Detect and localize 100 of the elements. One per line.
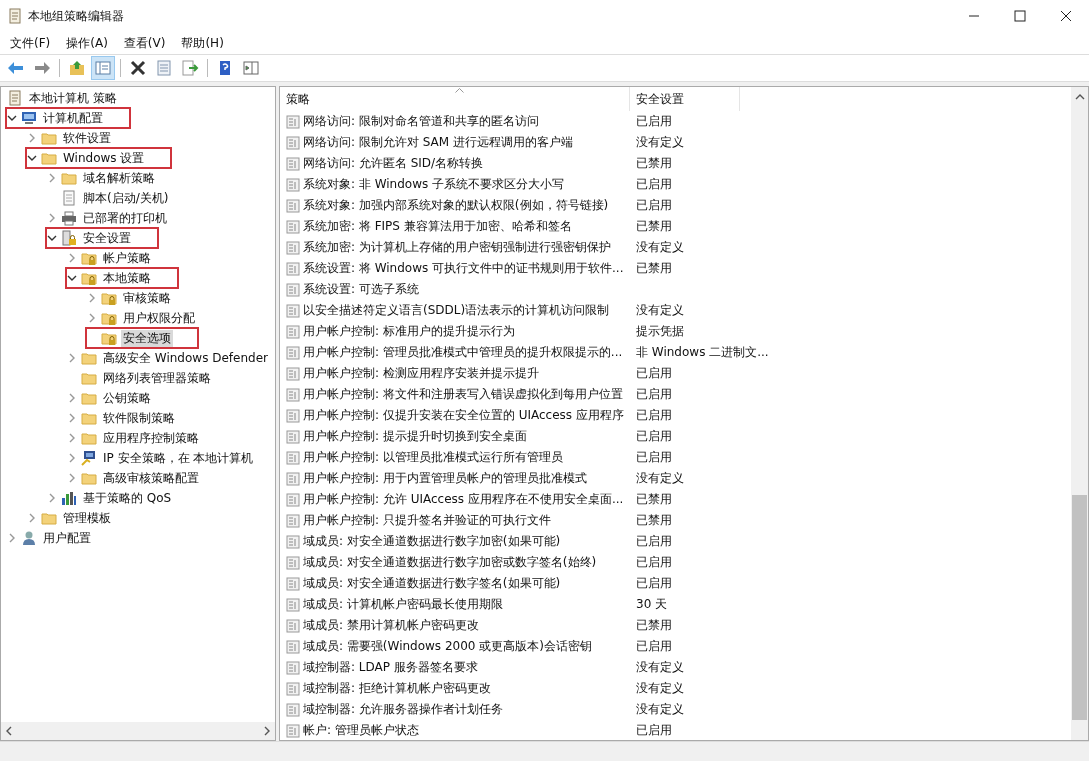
tree-item[interactable]: 公钥策略	[65, 387, 179, 409]
setting-value: 没有定义	[636, 134, 684, 151]
tree-item[interactable]: 高级安全 Windows Defender	[65, 347, 275, 369]
policy-icon	[286, 303, 300, 318]
setting-value: 提示凭据	[636, 323, 684, 340]
policy-icon	[286, 198, 300, 213]
setting-value: 没有定义	[636, 701, 684, 718]
policy-name: 用户帐户控制: 允许 UIAccess 应用程序在不使用安全桌面...	[303, 491, 624, 508]
scroll-left-icon[interactable]	[5, 726, 13, 736]
tree-item[interactable]: 软件设置	[25, 127, 139, 149]
user-icon	[21, 530, 37, 546]
setting-value: 已启用	[636, 554, 672, 571]
policy-icon	[286, 618, 300, 633]
forward-arrow-icon	[33, 60, 51, 76]
window-title: 本地组策略编辑器	[28, 7, 124, 25]
policy-icon	[286, 387, 300, 402]
tree-item[interactable]: 高级审核策略配置	[65, 467, 227, 489]
scrollbar-thumb[interactable]	[1072, 495, 1087, 720]
policy-name: 域成员: 对安全通道数据进行数字加密(如果可能)	[303, 533, 561, 550]
folder-icon	[41, 150, 57, 166]
policy-name: 网络访问: 限制对命名管道和共享的匿名访问	[303, 113, 539, 130]
policy-icon	[286, 345, 300, 360]
tree-item[interactable]: 本地策略	[65, 267, 179, 289]
setting-value: 已禁用	[636, 491, 672, 508]
policy-icon	[286, 660, 300, 675]
computer-lock-icon	[81, 450, 97, 466]
document-icon	[7, 90, 23, 106]
tree-item[interactable]: 帐户策略	[65, 247, 179, 269]
tree-item[interactable]: 计算机配置	[5, 107, 131, 129]
policy-icon	[286, 114, 300, 129]
setting-value: 已启用	[636, 428, 672, 445]
maximize-icon[interactable]	[1014, 10, 1026, 22]
setting-value: 已启用	[636, 386, 672, 403]
folder-icon	[81, 350, 97, 366]
policy-name: 系统设置: 将 Windows 可执行文件中的证书规则用于软件...	[303, 260, 624, 277]
tree-item[interactable]: 管理模板	[25, 507, 139, 529]
setting-value: 已启用	[636, 197, 672, 214]
setting-value: 已启用	[636, 113, 672, 130]
folder-icon	[81, 430, 97, 446]
folder-icon	[81, 410, 97, 426]
tree-item[interactable]: 安全设置	[45, 227, 159, 249]
export-icon	[181, 60, 199, 76]
tree-item[interactable]: 用户配置	[5, 527, 119, 549]
policy-icon	[286, 156, 300, 171]
column-header[interactable]: 安全设置	[630, 87, 740, 111]
scroll-up-icon[interactable]	[1074, 93, 1085, 101]
policy-name: 域控制器: 拒绝计算机帐户密码更改	[303, 680, 491, 697]
policy-name: 系统对象: 非 Windows 子系统不要求区分大小写	[303, 176, 565, 193]
tree-item[interactable]: 应用程序控制策略	[65, 427, 227, 449]
policy-icon	[286, 177, 300, 192]
setting-value: 已启用	[636, 722, 672, 739]
locked-folder-icon	[101, 330, 117, 346]
folder-icon	[81, 470, 97, 486]
setting-value: 已启用	[636, 449, 672, 466]
policy-icon	[286, 555, 300, 570]
policy-name: 域成员: 对安全通道数据进行数字加密或数字签名(始终)	[303, 554, 597, 571]
script-icon	[61, 190, 77, 206]
tree-item[interactable]: 脚本(启动/关机)	[45, 187, 197, 209]
policy-name: 域成员: 对安全通道数据进行数字签名(如果可能)	[303, 575, 561, 592]
tree-item[interactable]: 软件限制策略	[65, 407, 203, 429]
policy-icon	[286, 513, 300, 528]
tree-item[interactable]: 域名解析策略	[45, 167, 183, 189]
policy-icon	[286, 576, 300, 591]
menu-item[interactable]: 查看(V)	[123, 34, 166, 52]
tree-item[interactable]: 安全选项	[85, 327, 199, 349]
tree-item[interactable]: 用户权限分配	[85, 307, 223, 329]
policy-name: 用户帐户控制: 将文件和注册表写入错误虚拟化到每用户位置	[303, 386, 623, 403]
tree-item[interactable]: 已部署的打印机	[45, 207, 195, 229]
setting-value: 已禁用	[636, 155, 672, 172]
scroll-right-icon[interactable]	[263, 726, 271, 736]
locked-folder-icon	[81, 270, 97, 286]
menu-item[interactable]: 操作(A)	[66, 34, 108, 52]
policy-icon	[286, 681, 300, 696]
tree-item[interactable]: IP 安全策略，在 本地计算机	[65, 447, 275, 469]
tree-item[interactable]: 审核策略	[85, 287, 199, 309]
tree-item[interactable]: 网络列表管理器策略	[65, 367, 239, 389]
folder-icon	[81, 370, 97, 386]
setting-value: 已启用	[636, 533, 672, 550]
policy-icon	[286, 282, 300, 297]
tree-item[interactable]: Windows 设置	[25, 147, 173, 169]
folder-icon	[41, 510, 57, 526]
policy-name: 域控制器: LDAP 服务器签名要求	[303, 659, 478, 676]
folder-icon	[41, 130, 57, 146]
setting-value: 已启用	[636, 365, 672, 382]
locked-folder-icon	[81, 250, 97, 266]
setting-value: 没有定义	[636, 239, 684, 256]
policy-icon	[286, 240, 300, 255]
policy-icon	[286, 597, 300, 612]
tree-item[interactable]: 本地计算机 策略	[5, 87, 145, 109]
menu-item[interactable]: 帮助(H)	[181, 34, 224, 52]
policy-icon	[286, 219, 300, 234]
policy-icon	[286, 492, 300, 507]
close-icon[interactable]	[1060, 10, 1072, 22]
scrollbar[interactable]	[1071, 87, 1088, 740]
column-header[interactable]: 策略	[280, 87, 630, 111]
menu-item[interactable]: 文件(F)	[10, 34, 51, 52]
folder-icon	[61, 170, 77, 186]
bar-chart-icon	[61, 490, 77, 506]
tree-item[interactable]: 基于策略的 QoS	[45, 487, 200, 509]
setting-value: 已启用	[636, 638, 672, 655]
